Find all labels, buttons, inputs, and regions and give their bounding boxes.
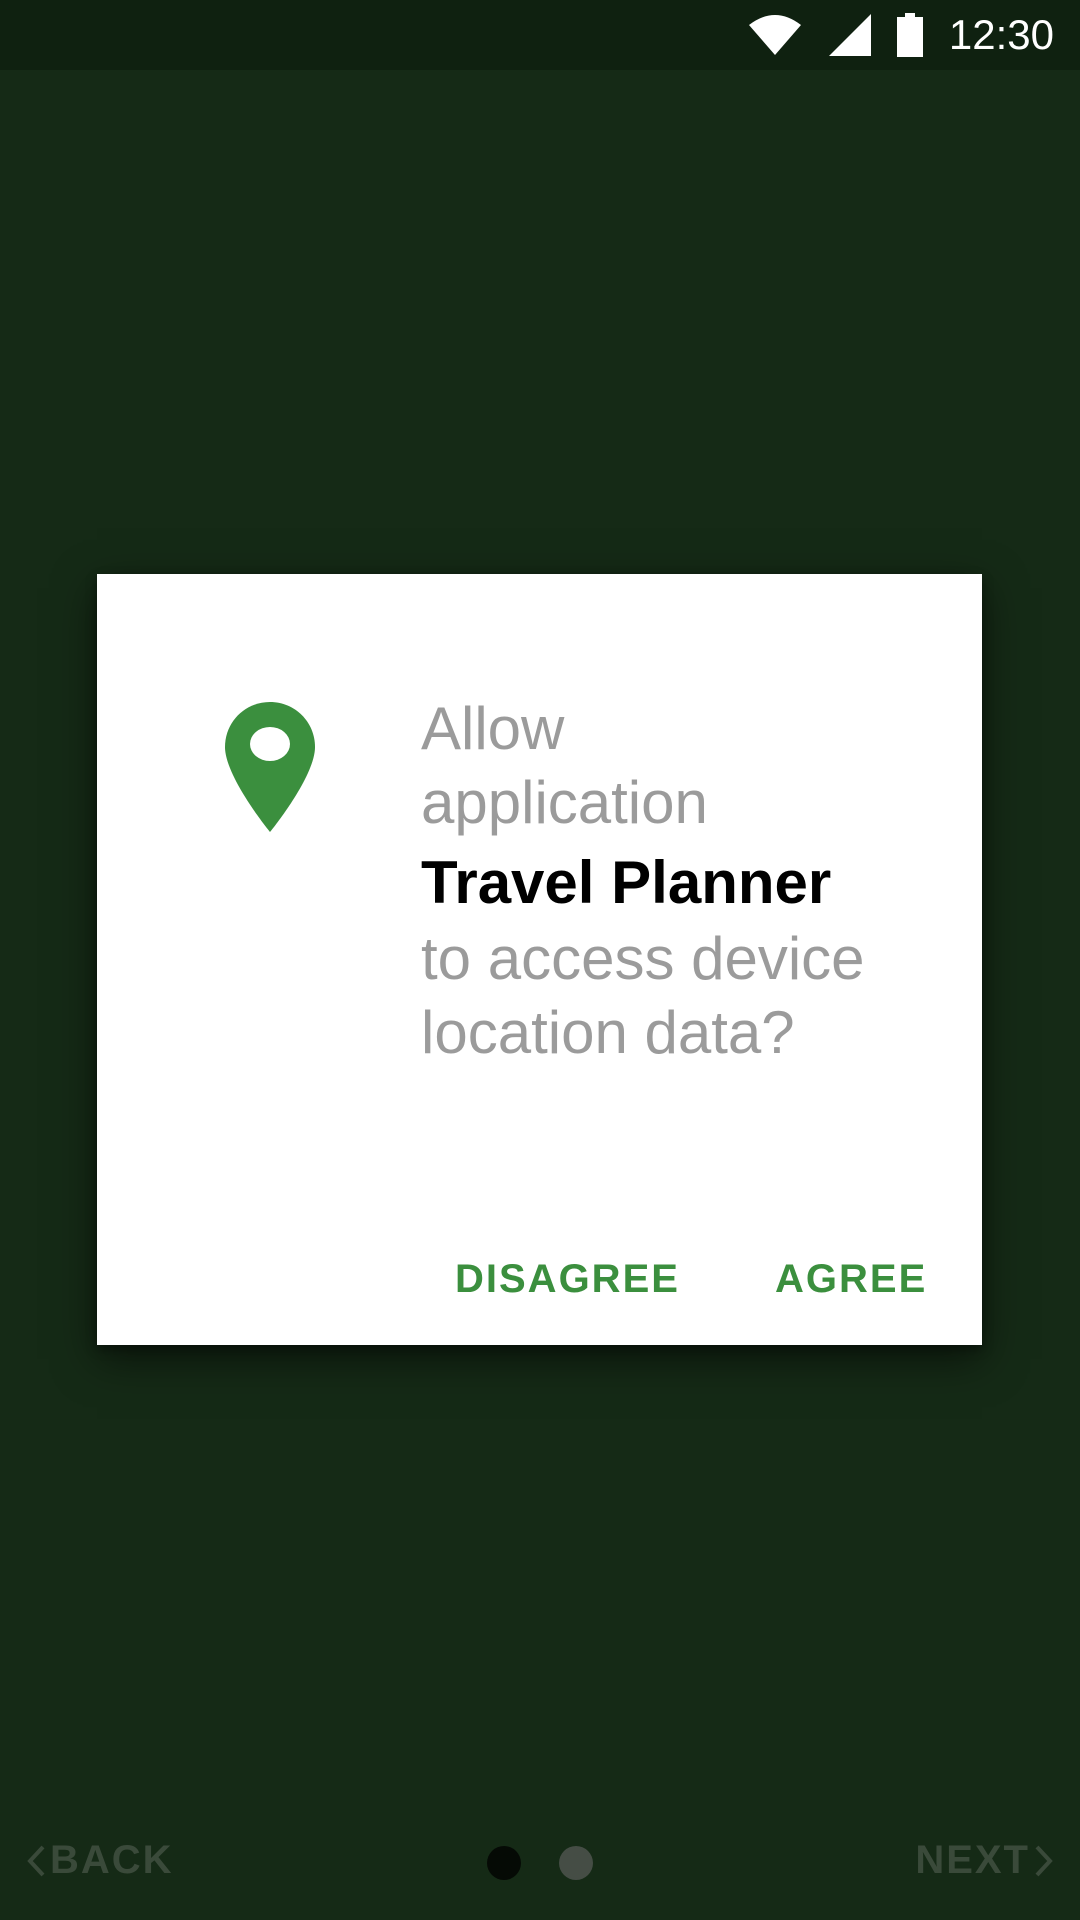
chevron-left-icon (26, 1844, 46, 1878)
message-line-4: location data? (421, 999, 795, 1066)
page-dot-inactive[interactable] (559, 1846, 593, 1880)
message-line-1: Allow (421, 695, 565, 762)
agree-button[interactable]: AGREE (775, 1257, 927, 1302)
app-name: Travel Planner (421, 849, 832, 916)
page-indicator (487, 1846, 593, 1880)
back-label: BACK (50, 1838, 174, 1882)
status-time: 12:30 (948, 11, 1054, 58)
dialog-actions: DISAGREE AGREE (97, 1215, 982, 1345)
message-line-2: application (421, 769, 708, 836)
permission-dialog: Allow application Travel Planner to acce… (97, 574, 982, 1345)
signal-icon (828, 14, 871, 56)
message-line-3: to access device (421, 925, 865, 992)
dialog-message: Allow application Travel Planner to acce… (421, 692, 941, 1070)
chevron-right-icon (1034, 1844, 1054, 1878)
bottom-nav: BACK NEXT (0, 1830, 1080, 1900)
next-label: NEXT (915, 1838, 1030, 1882)
back-button[interactable]: BACK (26, 1838, 174, 1883)
disagree-button[interactable]: DISAGREE (455, 1257, 680, 1302)
next-button[interactable]: NEXT (915, 1838, 1054, 1883)
location-pin-icon (225, 702, 315, 832)
status-icons: 12:30 (747, 0, 1054, 70)
battery-icon (896, 13, 923, 57)
status-bar: 12:30 (0, 0, 1080, 70)
wifi-icon (747, 13, 803, 57)
page-dot-active[interactable] (487, 1846, 521, 1880)
